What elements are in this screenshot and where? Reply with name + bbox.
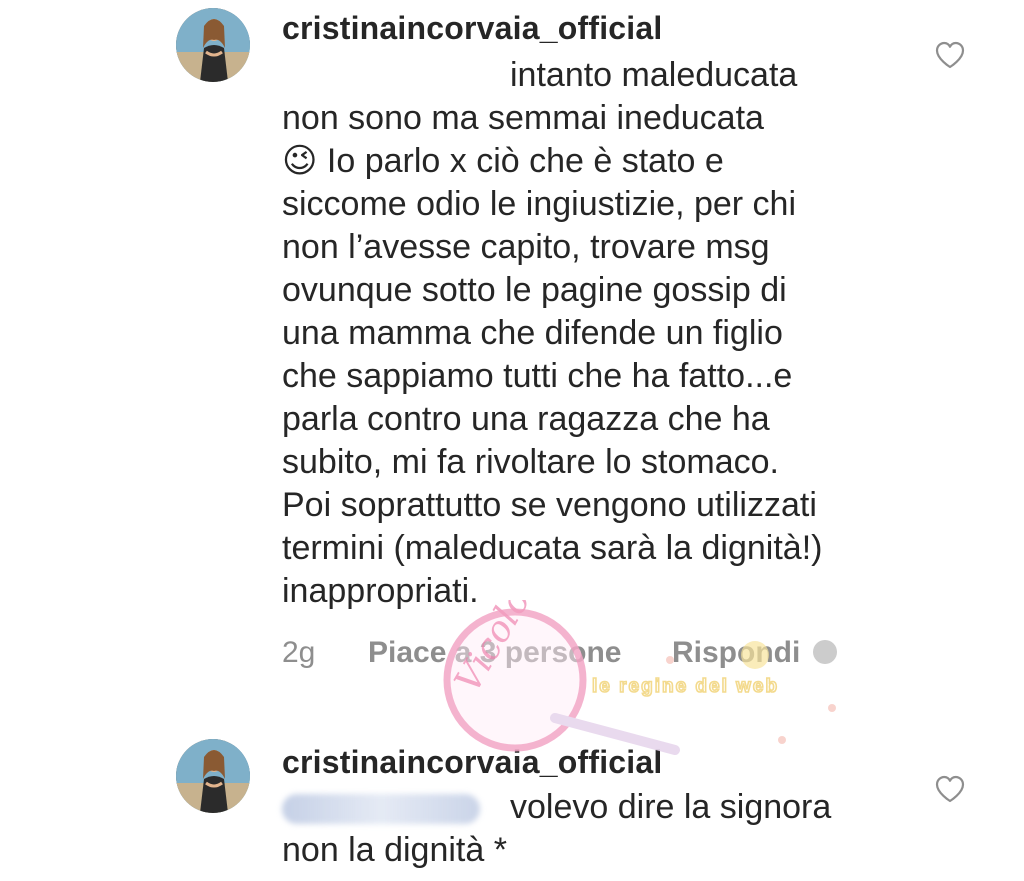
comment-text: intanto maleducata non sono ma semmai in… — [282, 54, 922, 613]
comment-text-first-line: volevo dire la signora — [510, 788, 832, 826]
comment-text-body: non la dignità * — [282, 831, 507, 869]
comment-item: cristinaincorvaia_official intanto maled… — [0, 0, 1024, 700]
comment-username[interactable]: cristinaincorvaia_official — [282, 10, 662, 47]
likes-count-link[interactable]: Piace a 3 persone — [368, 636, 621, 670]
comment-username[interactable]: cristinaincorvaia_official — [282, 744, 662, 781]
reply-button[interactable]: Rispondi — [672, 636, 800, 670]
heart-icon[interactable] — [934, 774, 966, 804]
avatar[interactable] — [176, 8, 250, 82]
comment-text-first-line: intanto maleducata — [510, 56, 798, 94]
comment-timestamp: 2g — [282, 636, 316, 669]
comment-item: cristinaincorvaia_official volevo dire l… — [0, 730, 1024, 881]
comment-text-body: non sono ma semmai ineducata 😉 Io parlo … — [282, 99, 823, 610]
heart-icon[interactable] — [934, 40, 966, 70]
avatar[interactable] — [176, 739, 250, 813]
comment-text: volevo dire la signora non la dignità * — [282, 786, 922, 872]
blurred-mention — [282, 794, 480, 825]
